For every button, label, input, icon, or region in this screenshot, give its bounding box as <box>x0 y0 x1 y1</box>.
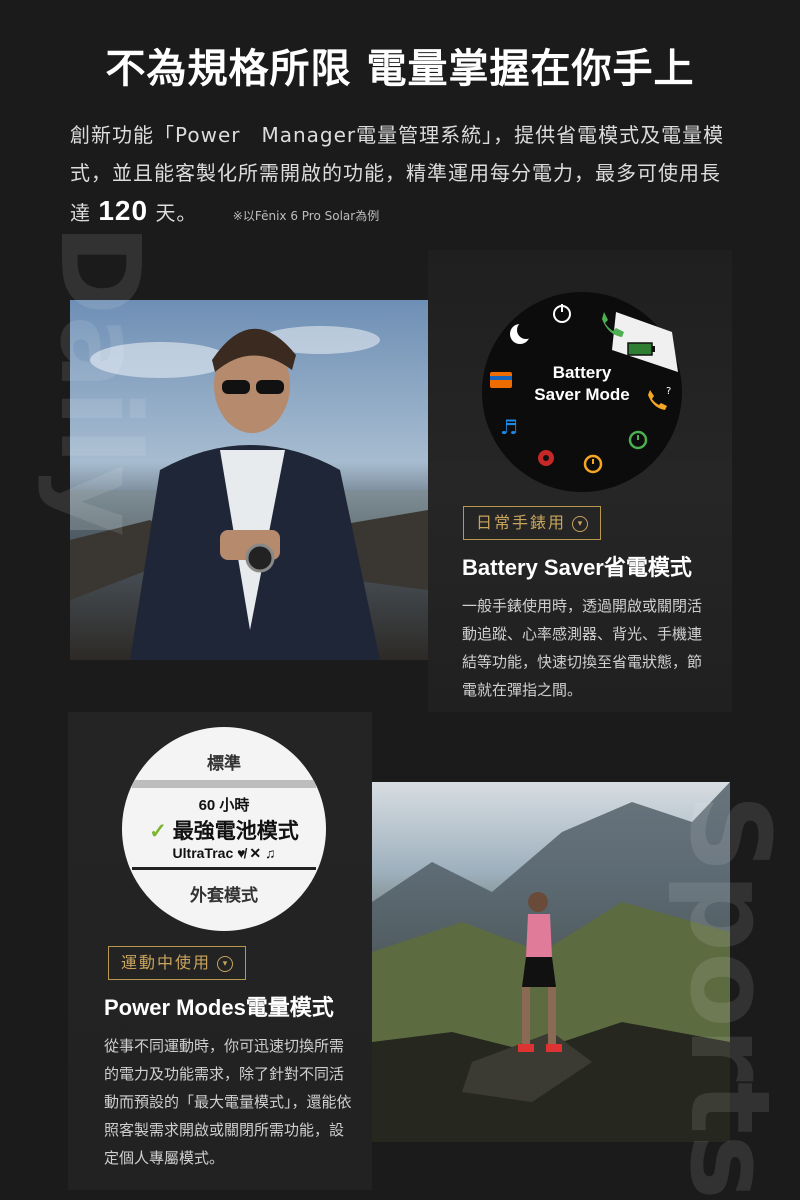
menu-item-expedition[interactable]: 外套模式 <box>122 881 326 906</box>
daily-watermark: Daily <box>36 224 164 537</box>
phone-off-icon: ✕ <box>249 845 262 861</box>
power-modes-heading: Power Modes電量模式 <box>104 995 334 1020</box>
daily-tag[interactable]: 日常手錶用 ▾ <box>463 506 602 540</box>
menu-divider <box>132 780 316 788</box>
moon-icon <box>510 321 535 344</box>
alarm-icon <box>583 454 603 474</box>
ultratrac-label: UltraTrac <box>172 845 234 861</box>
footnote: ※以Fēnix 6 Pro Solar為例 <box>232 209 380 223</box>
daily-tag-label: 日常手錶用 <box>476 513 567 532</box>
menu-item-max-battery[interactable]: ✓ 最強電池模式 <box>122 815 326 845</box>
menu-hours: 60 小時 <box>198 797 250 814</box>
stopwatch-icon <box>628 430 648 450</box>
stop-button-icon <box>538 450 554 466</box>
music-off-icon: ♫ <box>264 845 276 861</box>
battery-saver-description: 一般手錶使用時，透過開啟或關閉活動追蹤、心率感測器、背光、手機連結等功能，快速切… <box>462 597 703 699</box>
chevron-down-icon: ▾ <box>217 955 234 972</box>
sports-tag[interactable]: 運動中使用 ▾ <box>108 946 247 980</box>
page-title: 不為規格所限 電量掌握在你手上 <box>105 46 695 92</box>
power-icon <box>553 304 571 323</box>
battery-icon <box>627 342 655 356</box>
power-modes-description: 從事不同運動時，你可迅速切換所需的電力及功能需求，除了針對不同活動而預設的「最大… <box>104 1037 352 1167</box>
watch-center-line2: Saver Mode <box>534 385 630 404</box>
watch-center-line1: Battery <box>552 363 612 382</box>
menu-item-standard[interactable]: 標準 <box>122 749 326 774</box>
sports-tag-label: 運動中使用 <box>121 953 212 972</box>
battery-saver-heading: Battery Saver省電模式 <box>462 555 692 580</box>
menu-divider <box>132 867 316 870</box>
days-unit: 天。 <box>155 201 198 225</box>
svg-text:♬: ♬ <box>500 415 518 439</box>
music-icon: ♬ <box>500 415 518 439</box>
check-icon: ✓ <box>149 820 167 843</box>
chevron-down-icon: ▾ <box>572 515 589 532</box>
sports-watermark: Sports <box>666 794 794 1200</box>
heart-off-icon: ♥̸ <box>237 845 246 861</box>
days-value: 120 <box>98 195 149 226</box>
ultratrac-row: UltraTrac ♥̸ ✕ ♫ <box>122 845 326 862</box>
watch-face-battery-saver: ? ♬ Battery Saver Mode <box>482 292 682 492</box>
menu-selected-label: 最強電池模式 <box>172 820 299 843</box>
intro-paragraph: 創新功能「Power Manager電量管理系統」，提供省電模式及電量模式，並且… <box>70 116 740 235</box>
watch-center-label: Battery Saver Mode <box>482 362 682 406</box>
power-modes-menu: 標準 60 小時 ✓ 最強電池模式 UltraTrac ♥̸ ✕ ♫ 外套模式 <box>122 727 326 931</box>
